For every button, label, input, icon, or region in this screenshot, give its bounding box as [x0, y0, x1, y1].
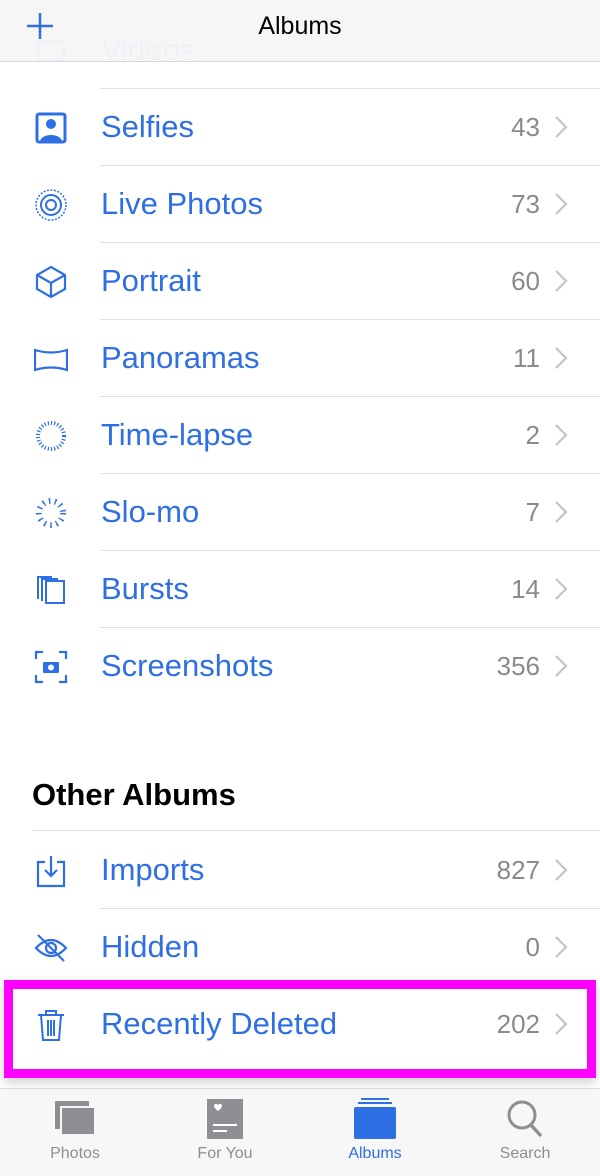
chevron-right-icon — [555, 578, 568, 600]
album-count: 60 — [511, 266, 540, 296]
album-label: Portrait — [101, 263, 201, 298]
chevron-right-icon — [555, 936, 568, 958]
page-title: Albums — [258, 12, 342, 40]
chevron-right-icon — [555, 859, 568, 881]
chevron-right-icon — [555, 193, 568, 215]
album-row-hidden[interactable]: Hidden 0 — [0, 909, 600, 986]
photos-icon — [55, 1101, 96, 1136]
chevron-right-icon — [555, 501, 568, 523]
for-you-icon — [207, 1099, 243, 1139]
screenshot-icon — [34, 650, 68, 684]
album-label: Imports — [101, 852, 205, 887]
album-count: 11 — [513, 343, 540, 373]
album-label: Selfies — [101, 109, 195, 144]
chevron-right-icon — [555, 347, 568, 369]
album-count: 356 — [496, 651, 540, 681]
live-photo-icon — [35, 189, 67, 221]
chevron-right-icon — [555, 424, 568, 446]
album-row-imports[interactable]: Imports 827 — [0, 832, 600, 909]
tab-search[interactable]: Search — [450, 1089, 600, 1176]
search-icon — [507, 1100, 543, 1138]
album-label: Time-lapse — [101, 417, 254, 452]
chevron-right-icon — [555, 116, 568, 138]
hidden-icon — [34, 934, 68, 962]
album-count: 7 — [525, 497, 540, 527]
section-title-other-albums: Other Albums — [32, 777, 236, 812]
album-count: 73 — [511, 189, 540, 219]
slomo-icon — [36, 498, 66, 528]
bursts-icon — [37, 576, 65, 604]
album-label: Screenshots — [101, 648, 274, 683]
divider — [32, 830, 600, 831]
album-row-panoramas[interactable]: Panoramas 11 — [0, 320, 600, 397]
tab-bar: Photos For You Albums Search — [0, 1088, 600, 1176]
tab-albums[interactable]: Albums — [300, 1089, 450, 1176]
album-row-live-photos[interactable]: Live Photos 73 — [0, 166, 600, 243]
album-label: Hidden — [101, 929, 200, 964]
album-row-selfies[interactable]: Selfies 43 — [0, 89, 600, 166]
albums-icon — [354, 1098, 396, 1139]
album-count: 2 — [525, 420, 540, 450]
tab-for-you[interactable]: For You — [150, 1089, 300, 1176]
chevron-right-icon — [555, 270, 568, 292]
album-row-time-lapse[interactable]: Time-lapse 2 — [0, 397, 600, 474]
album-row-portrait[interactable]: Portrait 60 — [0, 243, 600, 320]
album-count: 0 — [525, 932, 540, 962]
import-icon — [36, 856, 66, 888]
selfie-icon — [35, 112, 67, 144]
panorama-icon — [34, 348, 68, 372]
cube-icon — [35, 265, 67, 299]
album-row-slo-mo[interactable]: Slo-mo 7 — [0, 474, 600, 551]
album-count: 43 — [511, 112, 540, 142]
album-row-bursts[interactable]: Bursts 14 — [0, 551, 600, 628]
nav-bar: Albums — [0, 0, 600, 62]
album-label: Bursts — [101, 571, 189, 606]
tab-photos[interactable]: Photos — [0, 1089, 150, 1176]
album-row-screenshots[interactable]: Screenshots 356 — [0, 628, 600, 705]
timelapse-icon — [36, 421, 66, 451]
highlight-box — [4, 980, 596, 1078]
album-label: Live Photos — [101, 186, 263, 221]
album-label: Slo-mo — [101, 494, 200, 529]
album-count: 827 — [496, 855, 540, 885]
chevron-right-icon — [555, 655, 568, 677]
album-label: Panoramas — [101, 340, 260, 375]
album-count: 14 — [511, 574, 540, 604]
